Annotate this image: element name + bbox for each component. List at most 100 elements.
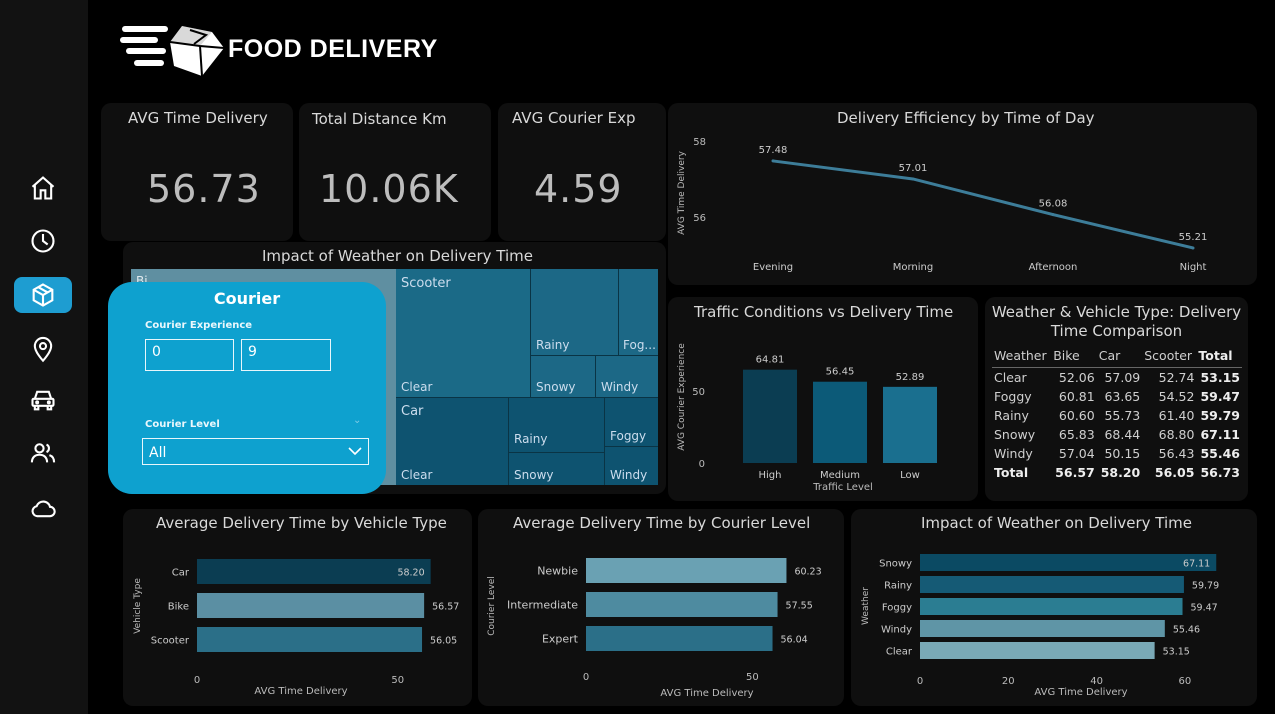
sidebar <box>0 0 88 714</box>
car-icon[interactable] <box>14 382 72 418</box>
box-icon[interactable] <box>14 277 72 313</box>
map-pin-icon[interactable] <box>14 331 72 367</box>
title-line: Weather & Vehicle Type: Delivery <box>991 303 1242 321</box>
treemap-cell-scooter-windy[interactable]: Windy <box>596 356 658 398</box>
table-cell: 56.05 <box>1154 464 1195 480</box>
bar[interactable] <box>920 620 1165 637</box>
column-header[interactable]: Scooter <box>1142 346 1197 368</box>
treemap-cell-car-snowy[interactable]: Snowy <box>509 453 605 485</box>
column-header[interactable]: Weather <box>992 346 1052 368</box>
level-dropdown[interactable]: All <box>142 438 369 465</box>
y-axis-label: Weather <box>861 587 871 625</box>
table-cell: Foggy <box>994 388 1032 404</box>
treemap-cell-scooter-foggy[interactable]: Fog... <box>619 269 658 356</box>
column-header[interactable]: Bike <box>1051 346 1097 368</box>
bar[interactable] <box>883 386 937 463</box>
level-chart-card: Average Delivery Time by Courier Level C… <box>478 509 844 706</box>
data-point[interactable] <box>911 177 915 181</box>
chevron-down-icon[interactable]: ⌄ <box>353 415 361 426</box>
data-label: 67.11 <box>1183 559 1210 570</box>
data-point[interactable] <box>1051 213 1055 217</box>
users-icon[interactable] <box>14 435 72 471</box>
y-axis-label: Vehicle Type <box>133 578 143 634</box>
table-cell: 60.60 <box>1058 407 1095 423</box>
category-label: Scooter <box>151 636 190 647</box>
x-tick-label: Low <box>900 470 920 481</box>
table-cell: 61.40 <box>1158 407 1195 423</box>
level-bar-chart: Courier Level AVG Time Delivery Newbie 60… <box>487 558 822 699</box>
panel-title: Courier <box>213 289 281 308</box>
table-cell: 59.79 <box>1200 407 1240 423</box>
y-axis-label: Courier Level <box>487 576 497 636</box>
experience-max-input[interactable]: 9 <box>241 339 331 371</box>
bar[interactable] <box>586 626 773 651</box>
column-header[interactable]: Total <box>1196 346 1242 368</box>
table-cell: 63.65 <box>1104 388 1141 404</box>
experience-min-input[interactable]: 0 <box>145 339 234 371</box>
data-label: 57.48 <box>759 145 788 156</box>
column-header[interactable]: Car <box>1096 346 1143 368</box>
y-axis-label: AVG Time Delivery <box>677 150 687 234</box>
treemap-cell-scooter-clear[interactable]: Scooter Clear <box>396 269 531 398</box>
category-label: Intermediate <box>507 599 578 612</box>
weather-chart-card: Impact of Weather on Delivery Time Weath… <box>851 509 1257 706</box>
bar[interactable] <box>197 627 423 652</box>
data-label: 53.15 <box>1163 647 1190 658</box>
table-cell: 56.73 <box>1200 464 1240 480</box>
treemap-cell-scooter-rainy[interactable]: Rainy <box>531 269 619 356</box>
table-cell: 53.15 <box>1200 369 1240 385</box>
bar[interactable] <box>920 576 1184 593</box>
treemap-label: Clear <box>401 468 433 482</box>
treemap-cell-car-clear[interactable]: Car Clear <box>396 398 509 485</box>
weather-vehicle-matrix: Weather Bike Car Scooter Total Clear 52.0… <box>992 346 1242 482</box>
kpi-value: 56.73 <box>147 167 261 211</box>
data-label: 55.21 <box>1179 232 1208 243</box>
treemap-label: Fog... <box>623 338 656 352</box>
treemap-cell-car-foggy[interactable]: Foggy <box>605 398 658 447</box>
traffic-bar-chart: AVG Courier Experience Traffic Level 0 50… <box>677 343 937 493</box>
bar[interactable] <box>197 593 425 618</box>
bar[interactable] <box>743 369 797 463</box>
treemap-label: Snowy <box>536 380 576 394</box>
data-label: 60.23 <box>794 567 821 578</box>
table-cell: 52.06 <box>1058 369 1095 385</box>
table-cell: 54.52 <box>1158 388 1195 404</box>
y-tick: 58 <box>693 137 706 148</box>
category-label: Windy <box>881 625 912 636</box>
y-tick: 56 <box>693 213 706 224</box>
bar[interactable] <box>920 554 1217 571</box>
data-point[interactable] <box>771 159 775 163</box>
table-cell: Rainy <box>994 407 1029 423</box>
data-point[interactable] <box>1191 246 1195 250</box>
treemap-label: Rainy <box>536 338 570 352</box>
efficiency-chart-card: Delivery Efficiency by Time of Day AVG T… <box>668 103 1257 285</box>
kpi-label: AVG Time Delivery <box>128 109 268 127</box>
table-cell: 68.44 <box>1104 426 1141 442</box>
table-cell: 58.20 <box>1100 464 1141 480</box>
bar[interactable] <box>920 598 1183 615</box>
treemap-cell-car-rainy[interactable]: Rainy <box>509 398 605 453</box>
series-line <box>772 159 1194 250</box>
x-axis-label: AVG Time Delivery <box>254 686 347 697</box>
vehicle-chart-card: Average Delivery Time by Vehicle Type Ve… <box>123 509 472 706</box>
bar[interactable] <box>197 559 431 584</box>
kpi-value: 4.59 <box>534 167 623 211</box>
bar[interactable] <box>920 642 1155 659</box>
title-line: Time Comparison <box>1050 322 1183 340</box>
weather-bar-chart: Weather AVG Time Delivery Snowy 67.11 Rain… <box>861 554 1219 698</box>
cloud-icon[interactable] <box>14 490 72 526</box>
treemap-label: Windy <box>601 380 639 394</box>
clock-icon[interactable] <box>14 223 72 259</box>
bar[interactable] <box>586 558 787 583</box>
category-label: Bike <box>168 602 189 613</box>
treemap-cell-scooter-snowy[interactable]: Snowy <box>531 356 596 398</box>
vehicle-bar-chart: Vehicle Type AVG Time Delivery Car 58.20 B… <box>133 559 459 697</box>
table-cell: 57.04 <box>1058 445 1095 461</box>
traffic-chart-card: Traffic Conditions vs Delivery Time AVG … <box>668 297 978 501</box>
bar[interactable] <box>586 592 778 617</box>
x-tick-label: High <box>759 470 782 481</box>
table-cell: Total <box>994 464 1029 480</box>
treemap-cell-car-windy[interactable]: Windy <box>605 447 658 485</box>
home-icon[interactable] <box>14 170 72 206</box>
bar[interactable] <box>813 381 867 463</box>
